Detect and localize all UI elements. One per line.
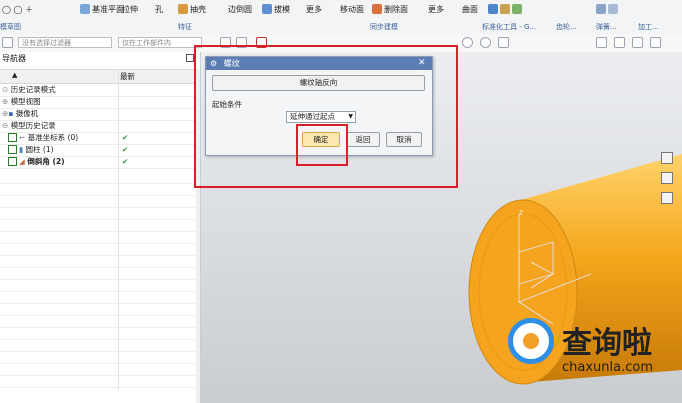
more-button-1[interactable]: 更多 (306, 2, 322, 16)
gear-tool-icon (488, 4, 498, 14)
tool-icons[interactable] (488, 2, 522, 16)
datum-plane-icon (80, 4, 90, 14)
group-sync-modeling: 同步建模 (370, 23, 398, 31)
refresh-icon[interactable] (632, 37, 643, 48)
watermark-name: 查询啦 (562, 326, 652, 361)
list-item[interactable]: ◢ 倒斜角 (2) ✔ (0, 156, 200, 169)
datum-plane-button[interactable]: 基准平面 (80, 2, 124, 16)
move-face-button[interactable]: 移动面 (340, 2, 364, 16)
spring-icon (596, 4, 606, 14)
latest-check-icon: ✔ (122, 133, 129, 142)
navigator-title: 导航器 (2, 54, 26, 63)
annotation-frame-ok (296, 124, 348, 166)
menu-icon[interactable] (2, 37, 13, 48)
part-navigator: 导航器 ▲ 最新 ⊙ 历史记录模式 ⊕ 模型视图 ⊕▪ 摄像机 ⊖ 模型历史记录… (0, 52, 201, 403)
maximize-icon[interactable] (186, 54, 194, 62)
z-axis-label: Z (519, 210, 523, 217)
visibility-checkbox[interactable] (8, 156, 17, 166)
history-icon: ⊙ (2, 85, 9, 94)
sort-up-icon[interactable]: ▲ (12, 71, 17, 79)
annotation-frame-dialog (194, 45, 458, 188)
scope-select[interactable]: 仅在工作部件内 (118, 37, 202, 48)
column-latest[interactable]: 最新 (120, 71, 135, 82)
latest-check-icon: ✔ (122, 157, 129, 166)
column-divider (118, 69, 119, 389)
draft-button[interactable]: 拔模 (262, 2, 290, 16)
visibility-checkbox[interactable] (8, 132, 17, 142)
group-feature: 特征 (178, 23, 192, 31)
watermark-logo-icon (508, 318, 554, 364)
edge-blend-button[interactable]: 边倒圆 (228, 2, 252, 16)
visibility-checkbox[interactable] (8, 144, 17, 154)
watermark-url: chaxunla.com (562, 360, 653, 375)
group-spring: 弹簧... (596, 23, 617, 31)
tool-icon-3[interactable] (661, 192, 673, 204)
tool-icon-2[interactable] (661, 172, 673, 184)
shell-icon (178, 4, 188, 14)
view-icon-1[interactable] (596, 37, 607, 48)
wrench-icon (500, 4, 510, 14)
expand-icon[interactable]: ⊕ (2, 97, 8, 106)
latest-check-icon: ✔ (122, 145, 129, 154)
tool-icon-1[interactable] (661, 152, 673, 164)
point-icon[interactable] (462, 37, 473, 48)
collapse-icon[interactable]: ⊖ (2, 121, 8, 130)
surface-button[interactable]: 曲面 (462, 2, 478, 16)
navigator-header: ▲ 最新 (0, 69, 200, 84)
delete-face-button[interactable]: 删除面 (372, 2, 408, 16)
view-icon-2[interactable] (614, 37, 625, 48)
group-gear: 齿轮... (556, 23, 577, 31)
watermark: 查询啦 chaxunla.com (500, 310, 680, 400)
empty-rows (0, 172, 196, 392)
delete-face-icon (372, 4, 382, 14)
ribbon: ◯ ◯ ＋ 基准平面 拉伸 孔 抽壳 边倒圆 拔模 更多 移动面 删除面 更多 … (0, 0, 682, 35)
datum-csys-icon: ⌐ (19, 133, 26, 142)
camera-icon: ▪ (8, 109, 14, 118)
chamfer-icon: ◢ (19, 157, 25, 166)
group-machining: 加工... (638, 23, 659, 31)
machining-icon (608, 4, 618, 14)
end-point-icon[interactable] (498, 37, 509, 48)
spring-icons[interactable] (596, 2, 618, 16)
type-filter-select[interactable]: 没有选择过滤器 (18, 37, 112, 48)
more-button-2[interactable]: 更多 (428, 2, 444, 16)
part-icon (512, 4, 522, 14)
cylinder-icon: ▮ (19, 145, 24, 154)
circle-icon[interactable]: ◯ ◯ ＋ (2, 2, 33, 16)
shell-button[interactable]: 抽壳 (178, 2, 206, 16)
draft-icon (262, 4, 272, 14)
group-standard-tools: 标准化工具 - G... (482, 23, 537, 31)
extrude-button[interactable]: 拉伸 (122, 2, 138, 16)
cube-view-icon[interactable] (650, 37, 661, 48)
group-sketch: 模草图 (0, 23, 21, 31)
hole-button[interactable]: 孔 (155, 2, 163, 16)
center-icon[interactable] (480, 37, 491, 48)
